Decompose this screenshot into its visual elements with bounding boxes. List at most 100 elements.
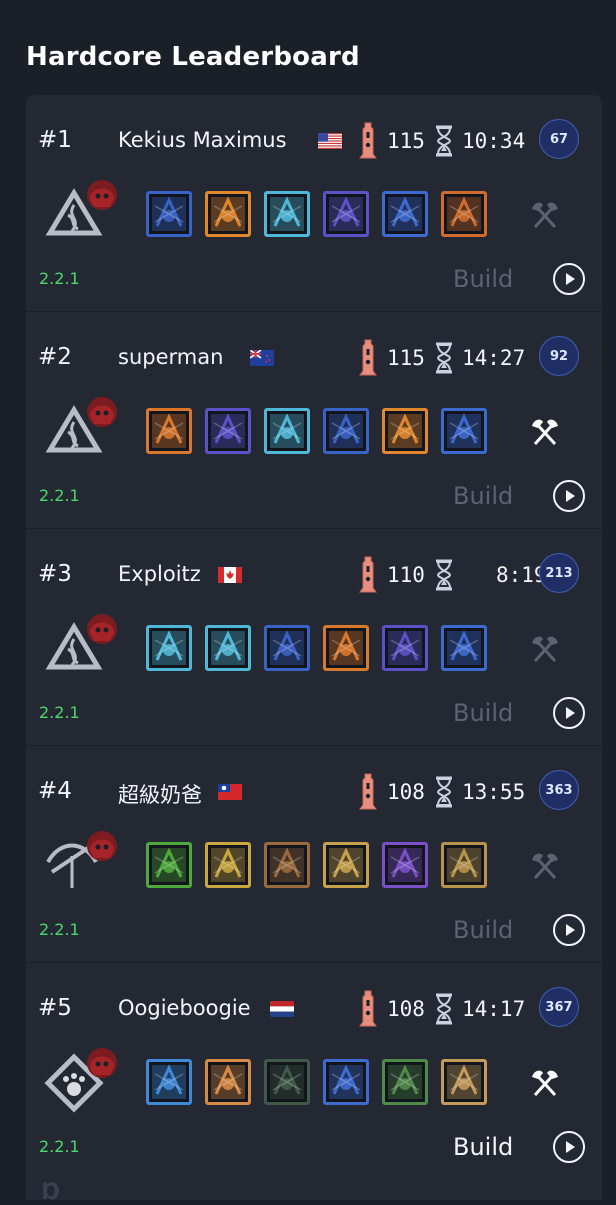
cyclone-skill-icon[interactable] xyxy=(146,1059,192,1105)
rank-badge: 363 xyxy=(539,770,579,810)
dash-skill-icon[interactable] xyxy=(441,842,487,888)
chain-lightning-skill-icon[interactable] xyxy=(205,408,251,454)
game-version: 2.2.1 xyxy=(39,703,80,722)
eye-trap-skill-icon[interactable] xyxy=(323,842,369,888)
play-icon[interactable] xyxy=(553,480,585,512)
leaderboard-entry[interactable]: #3 Exploitz 110 8:19 213 2.2.1 Build xyxy=(26,528,602,745)
tw-flag-icon xyxy=(218,784,242,800)
thorn-flower-skill-icon[interactable] xyxy=(441,1059,487,1105)
leaderboard-entry[interactable]: #5 Oogieboogie 108 14:17 367 2.2.1 Build xyxy=(26,962,602,1179)
game-version: 2.2.1 xyxy=(39,1137,80,1156)
leaderboard-entry[interactable]: #2 superman 115 14:27 92 2.2.1 Build xyxy=(26,311,602,528)
shadow-burst-skill-icon[interactable] xyxy=(382,842,428,888)
frost-blades-skill-icon[interactable] xyxy=(146,625,192,671)
ice-shield-skill-icon[interactable] xyxy=(205,625,251,671)
tower-level-icon xyxy=(356,121,380,159)
tower-level-icon xyxy=(356,555,380,593)
nl-flag-icon xyxy=(270,1001,294,1017)
build-button[interactable]: Build xyxy=(453,265,513,293)
tower-level-icon xyxy=(356,989,380,1027)
play-icon[interactable] xyxy=(553,263,585,295)
skill-bar xyxy=(146,625,487,671)
build-button[interactable]: Build xyxy=(453,916,513,944)
nz-flag-icon xyxy=(250,350,274,366)
skill-bar xyxy=(146,842,487,888)
player-name[interactable]: Exploitz xyxy=(118,562,201,586)
hourglass-icon xyxy=(434,776,454,808)
crossed-axes-icon[interactable] xyxy=(530,850,560,882)
hourglass-icon xyxy=(434,125,454,157)
build-button[interactable]: Build xyxy=(453,699,513,727)
chain-lightning-skill-icon[interactable] xyxy=(382,625,428,671)
chain-lightning-skill-icon[interactable] xyxy=(323,191,369,237)
fire-fist-skill-icon[interactable] xyxy=(205,1059,251,1105)
next-entry-preview: Ɒ xyxy=(26,1176,602,1205)
clear-time: 13:55 xyxy=(462,780,526,804)
rank-badge: 213 xyxy=(539,553,579,593)
clear-time: 14:27 xyxy=(462,346,526,370)
rank-badge: 67 xyxy=(539,119,579,159)
tower-level: 115 xyxy=(387,129,425,153)
lightning-spear-skill-icon[interactable] xyxy=(146,191,192,237)
tower-level-icon xyxy=(356,338,380,376)
tower-level: 115 xyxy=(387,346,425,370)
play-icon[interactable] xyxy=(553,1131,585,1163)
class-icon: Ɒ xyxy=(42,1180,61,1205)
rank-label: #4 xyxy=(38,778,72,804)
fire-shield-skill-icon[interactable] xyxy=(382,408,428,454)
sorcerer-class-icon xyxy=(40,609,120,689)
clear-time: 10:34 xyxy=(462,129,526,153)
skill-bar xyxy=(146,1059,487,1105)
lightning-spear-skill-icon[interactable] xyxy=(323,408,369,454)
crossed-axes-icon[interactable] xyxy=(530,1067,560,1099)
leaderboard-entry[interactable]: #1 Kekius Maximus 115 10:34 67 2.2.1 Build xyxy=(26,95,602,311)
crossed-axes-icon[interactable] xyxy=(530,416,560,448)
frost-blades-skill-icon[interactable] xyxy=(264,191,310,237)
fireball-skill-icon[interactable] xyxy=(146,408,192,454)
player-name[interactable]: Oogieboogie xyxy=(118,996,251,1020)
skill-bar xyxy=(146,191,487,237)
build-button[interactable]: Build xyxy=(453,1133,513,1161)
raven-skill-icon[interactable] xyxy=(264,1059,310,1105)
rank-badge: 367 xyxy=(539,987,579,1027)
rank-label: #2 xyxy=(38,344,72,370)
wolf-skill-icon[interactable] xyxy=(382,1059,428,1105)
sorcerer-class-icon xyxy=(40,175,120,255)
beast-class-icon xyxy=(40,1043,120,1123)
poison-skull-skill-icon[interactable] xyxy=(146,842,192,888)
fire-shield-skill-icon[interactable] xyxy=(205,191,251,237)
player-name[interactable]: Kekius Maximus xyxy=(118,128,287,152)
sorcerer-class-icon xyxy=(40,392,120,472)
vortex-skill-icon[interactable] xyxy=(441,625,487,671)
lightning-spear-skill-icon[interactable] xyxy=(264,625,310,671)
leaderboard-list: #1 Kekius Maximus 115 10:34 67 2.2.1 Build #2 s… xyxy=(26,95,602,1179)
ca-flag-icon xyxy=(218,567,242,583)
crossed-axes-icon[interactable] xyxy=(530,199,560,231)
player-name[interactable]: superman xyxy=(118,345,223,369)
hourglass-icon xyxy=(434,993,454,1025)
vortex-skill-icon[interactable] xyxy=(441,408,487,454)
crossbow-class-icon xyxy=(40,826,120,906)
crossed-axes-icon[interactable] xyxy=(530,633,560,665)
play-icon[interactable] xyxy=(553,914,585,946)
fireball-skill-icon[interactable] xyxy=(323,625,369,671)
starburst-skill-icon[interactable] xyxy=(205,842,251,888)
vortex-skill-icon[interactable] xyxy=(382,191,428,237)
hourglass-icon xyxy=(434,559,454,591)
tower-level: 108 xyxy=(387,997,425,1021)
lightning-storm-skill-icon[interactable] xyxy=(323,1059,369,1105)
page-title: Hardcore Leaderboard xyxy=(26,42,360,72)
game-version: 2.2.1 xyxy=(39,920,80,939)
fire-spell-skill-icon[interactable] xyxy=(441,191,487,237)
game-version: 2.2.1 xyxy=(39,486,80,505)
player-name[interactable]: 超級奶爸 xyxy=(118,779,202,809)
rank-badge: 92 xyxy=(539,336,579,376)
clear-time: 14:17 xyxy=(462,997,526,1021)
play-icon[interactable] xyxy=(553,697,585,729)
ice-shield-skill-icon[interactable] xyxy=(264,408,310,454)
build-button[interactable]: Build xyxy=(453,482,513,510)
skill-bar xyxy=(146,408,487,454)
arrow-volley-skill-icon[interactable] xyxy=(264,842,310,888)
tower-level: 110 xyxy=(387,563,425,587)
leaderboard-entry[interactable]: #4 超級奶爸 108 13:55 363 2.2.1 Build xyxy=(26,745,602,962)
